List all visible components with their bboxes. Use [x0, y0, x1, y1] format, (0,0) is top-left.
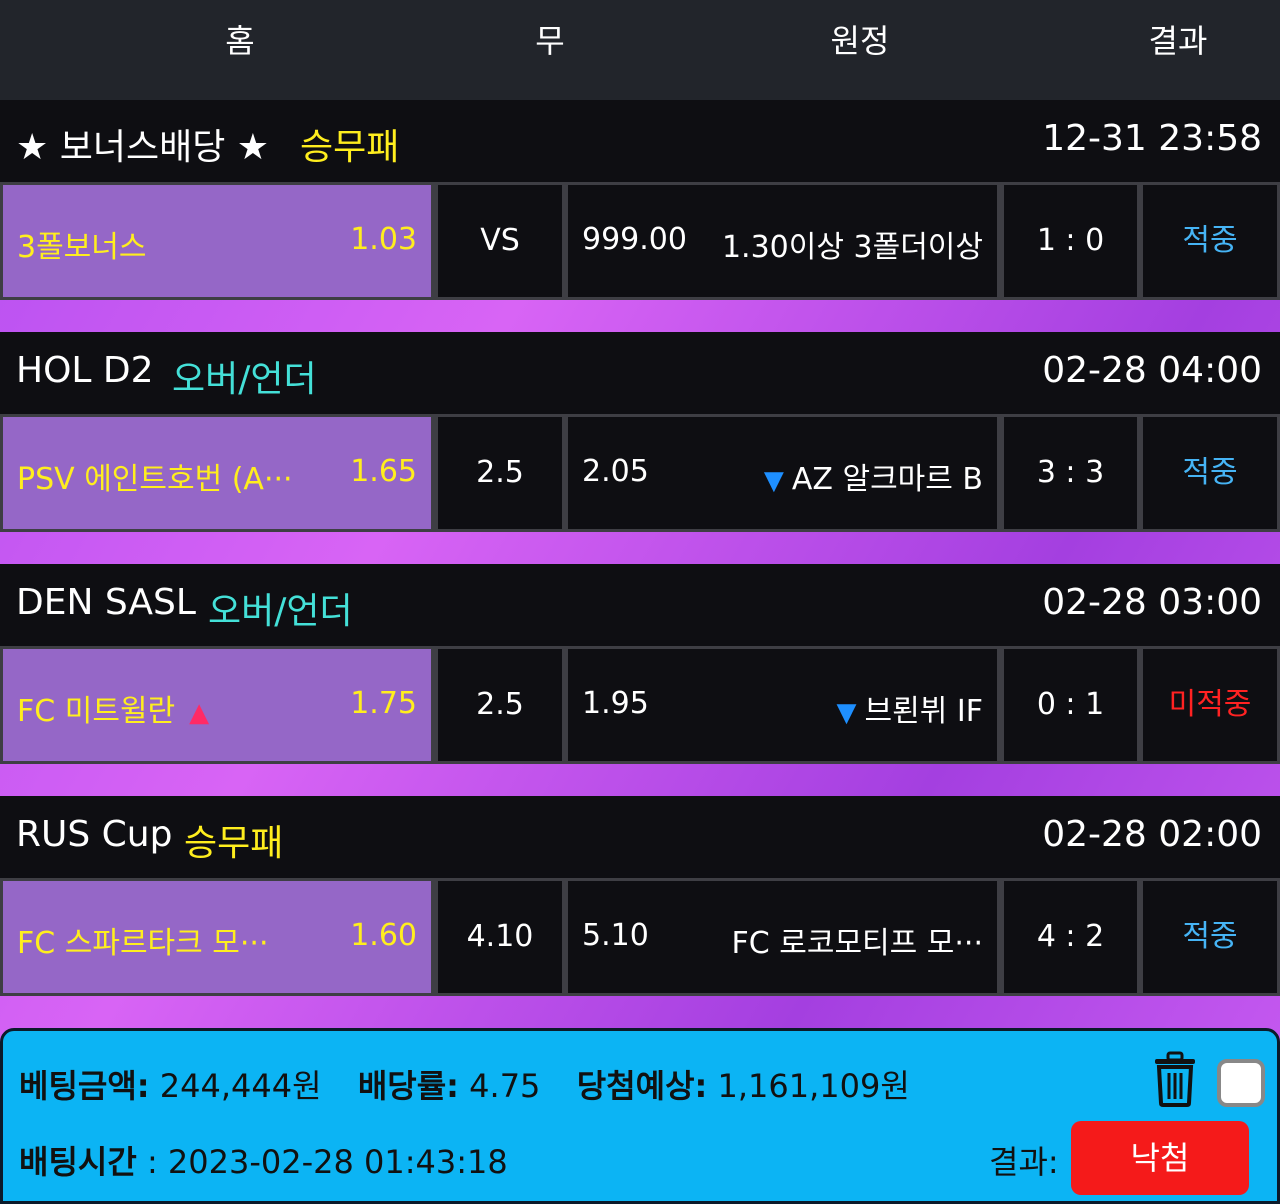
result-cell: 미적중 — [1143, 649, 1277, 761]
away-odds: 1.95 — [582, 686, 649, 721]
result-cell: 적중 — [1143, 881, 1277, 993]
match-group-header: RUS Cup 승무패 02-28 02:00 — [0, 796, 1280, 878]
bet-time-label: 배팅시간 — [19, 1143, 137, 1181]
away-team-name: FC 로코모티프 모··· — [731, 926, 983, 961]
draw-odds-cell[interactable]: 4.10 — [438, 881, 562, 993]
home-odds: 1.60 — [350, 918, 417, 953]
odds-label: 배당률: — [357, 1067, 459, 1105]
header-result: 결과 — [1148, 22, 1208, 60]
away-team-name: ▼ 브뢴뷔 IF — [836, 694, 983, 729]
over-under-line-cell[interactable]: 2.5 — [438, 417, 562, 529]
bet-time-value: : 2023-02-28 01:43:18 — [146, 1143, 508, 1181]
draw-cell[interactable]: VS — [438, 185, 562, 297]
away-pick-cell[interactable]: 1.95 ▼ 브뢴뷔 IF — [568, 649, 997, 761]
league-name: ★ 보너스배당 ★ — [16, 127, 270, 168]
home-odds: 1.75 — [350, 686, 417, 721]
league-name: RUS Cup — [16, 814, 173, 855]
odds-down-icon: ▼ — [836, 698, 857, 728]
home-odds: 1.03 — [350, 222, 417, 257]
home-odds: 1.65 — [350, 454, 417, 489]
header-away: 원정 — [830, 22, 890, 60]
odds-up-icon: ▲ — [189, 698, 210, 728]
home-pick-cell[interactable]: 3폴보너스 1.03 — [3, 185, 431, 297]
column-header: 홈 무 원정 결과 — [0, 0, 1280, 100]
home-pick-cell[interactable]: FC 스파르타크 모··· 1.60 — [3, 881, 431, 993]
home-team-name: FC 미트윌란 ▲ — [17, 694, 210, 729]
away-pick-cell[interactable]: 2.05 ▼ AZ 알크마르 B — [568, 417, 997, 529]
header-draw: 무 — [535, 22, 565, 60]
match-time: 12-31 23:58 — [1042, 118, 1262, 159]
away-team-name: 1.30이상 3폴더이상 — [721, 230, 983, 265]
score-cell: 1 : 0 — [1004, 185, 1137, 297]
select-checkbox[interactable] — [1217, 1059, 1265, 1107]
league-name: HOL D2 — [16, 350, 154, 391]
away-odds: 2.05 — [582, 454, 649, 489]
bet-summary-panel: 베팅금액: 244,444원 배당률: 4.75 당첨예상: 1,161,109… — [0, 1028, 1280, 1204]
bet-row: 3폴보너스 1.03 VS 999.00 1.30이상 3폴더이상 1 : 0 … — [0, 182, 1280, 300]
bet-row: FC 미트윌란 ▲ 1.75 2.5 1.95 ▼ 브뢴뷔 IF 0 : 1 미적중 — [0, 646, 1280, 764]
result-label: 결과: — [989, 1143, 1059, 1181]
score-cell: 4 : 2 — [1004, 881, 1137, 993]
match-group-header: DEN SASL 오버/언더 02-28 03:00 — [0, 564, 1280, 646]
match-group-header: ★ 보너스배당 ★ 승무패 12-31 23:58 — [0, 100, 1280, 182]
header-home: 홈 — [225, 22, 255, 60]
odds-down-icon: ▼ — [763, 466, 784, 496]
match-group-header: HOL D2 오버/언더 02-28 04:00 — [0, 332, 1280, 414]
market-type: 승무패 — [184, 823, 284, 864]
trash-icon[interactable] — [1151, 1051, 1199, 1107]
result-cell: 적중 — [1143, 417, 1277, 529]
expected-win-value: 1,161,109원 — [717, 1067, 910, 1105]
market-type: 오버/언더 — [172, 359, 317, 400]
over-under-line-cell[interactable]: 2.5 — [438, 649, 562, 761]
result-cell: 적중 — [1143, 185, 1277, 297]
home-pick-cell[interactable]: PSV 에인트호번 (A··· 1.65 — [3, 417, 431, 529]
home-pick-cell[interactable]: FC 미트윌란 ▲ 1.75 — [3, 649, 431, 761]
away-odds: 999.00 — [582, 222, 687, 257]
away-pick-cell[interactable]: 999.00 1.30이상 3폴더이상 — [568, 185, 997, 297]
match-time: 02-28 04:00 — [1042, 350, 1262, 391]
market-type: 오버/언더 — [208, 591, 353, 632]
match-time: 02-28 02:00 — [1042, 814, 1262, 855]
away-pick-cell[interactable]: 5.10 FC 로코모티프 모··· — [568, 881, 997, 993]
away-odds: 5.10 — [582, 918, 649, 953]
result-status-button[interactable]: 낙첨 — [1071, 1121, 1249, 1195]
expected-win-label: 당첨예상: — [576, 1067, 708, 1105]
league-name: DEN SASL — [16, 582, 196, 623]
odds-value: 4.75 — [469, 1067, 541, 1105]
home-team-name: 3폴보너스 — [17, 230, 147, 265]
match-time: 02-28 03:00 — [1042, 582, 1262, 623]
score-cell: 3 : 3 — [1004, 417, 1137, 529]
bet-row: FC 스파르타크 모··· 1.60 4.10 5.10 FC 로코모티프 모·… — [0, 878, 1280, 996]
bet-time-line: 배팅시간 : 2023-02-28 01:43:18 — [19, 1137, 508, 1183]
score-cell: 0 : 1 — [1004, 649, 1137, 761]
market-type: 승무패 — [300, 127, 400, 168]
bet-summary-line: 베팅금액: 244,444원 배당률: 4.75 당첨예상: 1,161,109… — [19, 1061, 910, 1107]
bet-amount-label: 베팅금액: — [19, 1067, 150, 1105]
bet-row: PSV 에인트호번 (A··· 1.65 2.5 2.05 ▼ AZ 알크마르 B… — [0, 414, 1280, 532]
away-team-name: ▼ AZ 알크마르 B — [763, 462, 983, 497]
bet-amount-value: 244,444원 — [159, 1067, 322, 1105]
home-team-name: PSV 에인트호번 (A··· — [17, 462, 293, 497]
home-team-name: FC 스파르타크 모··· — [17, 926, 269, 961]
